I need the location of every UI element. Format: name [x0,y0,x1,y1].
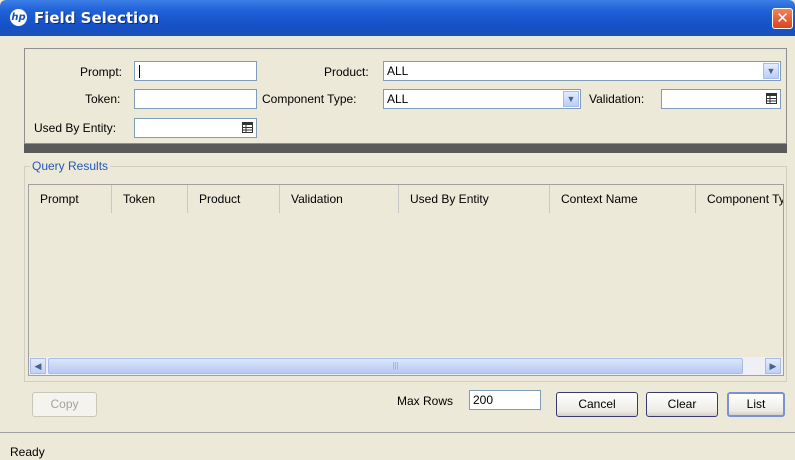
horizontal-scrollbar[interactable]: ◀ ||| ▶ [29,357,783,375]
max-rows-input[interactable]: 200 [469,390,541,410]
product-select-value: ALL [387,64,409,78]
column-header-product[interactable]: Product [188,185,280,213]
panel-divider [24,144,787,153]
list-button[interactable]: List [727,392,785,417]
lookup-list-icon[interactable] [242,122,253,133]
column-header-used-by-entity[interactable]: Used By Entity [399,185,550,213]
text-caret [139,65,140,78]
query-results-title: Query Results [30,159,111,173]
prompt-label: Prompt: [80,65,123,79]
chevron-down-icon[interactable]: ▼ [563,91,579,107]
used-by-entity-label: Used By Entity: [34,121,117,135]
column-header-prompt[interactable]: Prompt [29,185,112,213]
max-rows-label: Max Rows [397,394,454,408]
token-label: Token: [85,92,121,106]
field-selection-dialog: hp Field Selection ✕ Prompt: Product: AL… [0,0,795,460]
lookup-list-icon[interactable] [766,93,777,104]
table-header: Prompt Token Product Validation Used By … [29,185,783,213]
column-header-component-type[interactable]: Component Ty [696,185,783,213]
column-header-context-name[interactable]: Context Name [550,185,696,213]
chevron-down-icon[interactable]: ▼ [763,63,779,79]
component-type-label: Component Type: [262,92,357,106]
status-text: Ready [10,445,45,459]
copy-button[interactable]: Copy [32,392,97,417]
status-bar: Ready [0,432,795,460]
token-input[interactable] [134,89,257,109]
cancel-button[interactable]: Cancel [556,392,638,417]
used-by-entity-input[interactable] [134,118,257,138]
title-bar[interactable]: hp Field Selection ✕ [0,0,795,36]
max-rows-value: 200 [473,393,494,407]
component-type-select[interactable]: ALL ▼ [383,89,581,109]
validation-input[interactable] [661,89,781,109]
product-select[interactable]: ALL ▼ [383,61,781,81]
product-label: Product: [324,65,369,79]
prompt-input[interactable] [134,61,257,81]
clear-button[interactable]: Clear [646,392,718,417]
scroll-right-icon[interactable]: ▶ [765,358,781,374]
results-table[interactable]: Prompt Token Product Validation Used By … [28,184,784,376]
validation-label: Validation: [589,92,645,106]
scroll-left-icon[interactable]: ◀ [30,358,46,374]
hp-logo-icon: hp [10,9,27,26]
column-header-validation[interactable]: Validation [280,185,399,213]
column-header-token[interactable]: Token [112,185,188,213]
scroll-thumb[interactable]: ||| [48,358,743,374]
component-type-select-value: ALL [387,92,409,106]
close-button[interactable]: ✕ [772,8,793,29]
window-title: Field Selection [34,9,160,27]
